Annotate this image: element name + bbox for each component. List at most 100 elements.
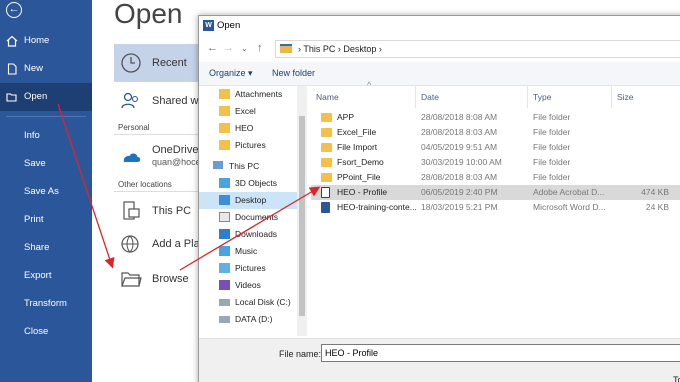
location-add-place[interactable]: Add a Pla <box>114 230 204 260</box>
location-recent-label: Recent <box>152 57 187 69</box>
music-icon <box>219 246 230 256</box>
tree-item-label: Music <box>235 246 258 256</box>
tree-item-downloads[interactable]: Downloads <box>219 226 297 243</box>
folder-icon <box>321 143 332 152</box>
file-list: Name Date Type Size ^ APP 28/08/2018 8:0… <box>311 80 680 336</box>
downloads-icon <box>219 229 230 239</box>
nav-save-as[interactable]: Save As <box>0 178 92 206</box>
tree-item-label: Attachments <box>235 89 283 99</box>
drive-icon <box>219 316 230 323</box>
nav-transform[interactable]: Transform <box>0 290 92 318</box>
location-add-place-label: Add a Pla <box>152 238 200 250</box>
file-name-input[interactable]: HEO - Profile <box>321 344 680 362</box>
tree-item-label: Downloads <box>235 229 278 239</box>
file-row[interactable]: File Import 04/05/2019 9:51 AM File fold… <box>311 140 680 155</box>
file-row[interactable]: PPoint_File 28/08/2018 8:03 AM File fold… <box>311 170 680 185</box>
tree-item-documents[interactable]: Documents <box>219 209 297 226</box>
nav-export[interactable]: Export <box>0 262 92 290</box>
file-row[interactable]: Fsort_Demo 30/03/2019 10:00 AM File fold… <box>311 155 680 170</box>
pdf-file-icon <box>321 187 330 198</box>
nav-new[interactable]: New <box>0 55 92 83</box>
navigation-pane: Attachments Excel HEO Pictures This PC 3… <box>199 86 307 336</box>
tools-button[interactable]: To <box>673 375 680 382</box>
page-title: Open <box>114 0 183 29</box>
new-folder-button[interactable]: New folder <box>272 68 315 78</box>
column-header-type[interactable]: Type <box>528 86 612 108</box>
nav-separator <box>6 116 86 117</box>
tree-item-heo[interactable]: HEO <box>219 120 297 137</box>
up-button[interactable]: ↑ <box>257 42 263 54</box>
shared-people-icon <box>121 92 139 109</box>
address-bar[interactable]: › This PC › Desktop › <box>275 40 680 58</box>
column-header-date[interactable]: Date <box>416 86 528 108</box>
file-name: Fsort_Demo <box>337 157 384 167</box>
file-row-selected[interactable]: HEO - Profile 06/05/2019 2:40 PM Adobe A… <box>311 185 680 200</box>
pictures-icon <box>219 263 230 273</box>
location-browse[interactable]: Browse <box>114 264 204 294</box>
recent-locations-chevron-icon[interactable]: ⌄ <box>241 44 248 53</box>
scrollbar-thumb[interactable] <box>299 116 305 316</box>
nav-info[interactable]: Info <box>0 122 92 150</box>
clock-icon <box>121 53 141 73</box>
file-row[interactable]: HEO-training-conte... 18/03/2019 5:21 PM… <box>311 200 680 215</box>
file-date: 18/03/2019 5:21 PM <box>421 202 498 212</box>
3d-objects-icon <box>219 178 230 188</box>
tree-item-data-drive[interactable]: DATA (D:) <box>219 311 297 328</box>
file-open-dialog: W Open ← → ⌄ ↑ › This PC › Desktop › Org… <box>198 15 680 382</box>
location-this-pc[interactable]: This PC <box>114 196 204 226</box>
navigation-scrollbar[interactable] <box>297 86 307 336</box>
tree-item-local-disk[interactable]: Local Disk (C:) <box>219 294 297 311</box>
tree-item-label: 3D Objects <box>235 178 278 188</box>
tree-item-label: Excel <box>235 106 256 116</box>
tree-item-pictures-lib[interactable]: Pictures <box>219 260 297 277</box>
file-size: 24 KB <box>645 202 669 212</box>
tree-item-3d-objects[interactable]: 3D Objects <box>219 175 297 192</box>
folder-icon <box>321 158 332 167</box>
tree-item-videos[interactable]: Videos <box>219 277 297 294</box>
tree-item-this-pc[interactable]: This PC <box>213 158 297 175</box>
breadcrumb-desktop[interactable]: Desktop <box>343 44 376 54</box>
back-arrow-icon[interactable]: ← <box>6 2 22 18</box>
folder-icon <box>321 128 332 137</box>
column-header-name[interactable]: Name <box>311 86 416 108</box>
location-recent[interactable]: Recent <box>114 44 204 82</box>
location-shared[interactable]: Shared wi <box>114 86 204 118</box>
back-button[interactable]: ← <box>207 42 218 54</box>
location-onedrive-label: OneDrive <box>152 144 199 156</box>
open-folder-icon <box>6 93 17 102</box>
forward-button[interactable]: → <box>223 42 234 54</box>
file-type: File folder <box>533 157 571 167</box>
tree-item-attachments[interactable]: Attachments <box>219 86 297 103</box>
dialog-footer: File name: HEO - Profile To <box>199 338 680 382</box>
tree-item-excel[interactable]: Excel <box>219 103 297 120</box>
column-header-size[interactable]: Size <box>612 86 680 108</box>
tree-item-music[interactable]: Music <box>219 243 297 260</box>
tree-item-desktop[interactable]: Desktop <box>199 192 297 209</box>
nav-open[interactable]: Open <box>0 83 92 111</box>
file-row[interactable]: Excel_File 28/08/2018 8:03 AM File folde… <box>311 125 680 140</box>
file-name: File Import <box>337 142 378 152</box>
nav-save[interactable]: Save <box>0 150 92 178</box>
file-name: HEO - Profile <box>337 187 388 197</box>
breadcrumb-this-pc[interactable]: This PC <box>303 44 335 54</box>
tree-item-label: HEO <box>235 123 254 133</box>
nav-close[interactable]: Close <box>0 318 92 346</box>
location-browse-label: Browse <box>152 273 189 285</box>
folder-icon <box>321 173 332 182</box>
file-date: 30/03/2019 10:00 AM <box>421 157 502 167</box>
file-size: 474 KB <box>641 187 669 197</box>
file-date: 28/08/2018 8:08 AM <box>421 112 498 122</box>
nav-new-label: New <box>24 63 44 74</box>
nav-share[interactable]: Share <box>0 234 92 262</box>
location-onedrive[interactable]: OneDrive quan@hoce <box>114 140 204 174</box>
tree-item-pictures[interactable]: Pictures <box>219 137 297 154</box>
file-type: File folder <box>533 142 571 152</box>
file-row[interactable]: APP 28/08/2018 8:08 AM File folder <box>311 110 680 125</box>
nav-home[interactable]: Home <box>0 27 92 55</box>
nav-print[interactable]: Print <box>0 206 92 234</box>
organize-button[interactable]: Organize ▾ <box>209 68 253 79</box>
backstage-nav: ← Home New Open Info Save Save As Print … <box>0 0 92 382</box>
file-date: 04/05/2019 9:51 AM <box>421 142 498 152</box>
file-name: HEO-training-conte... <box>337 202 417 212</box>
tree-item-label: Pictures <box>235 263 266 273</box>
